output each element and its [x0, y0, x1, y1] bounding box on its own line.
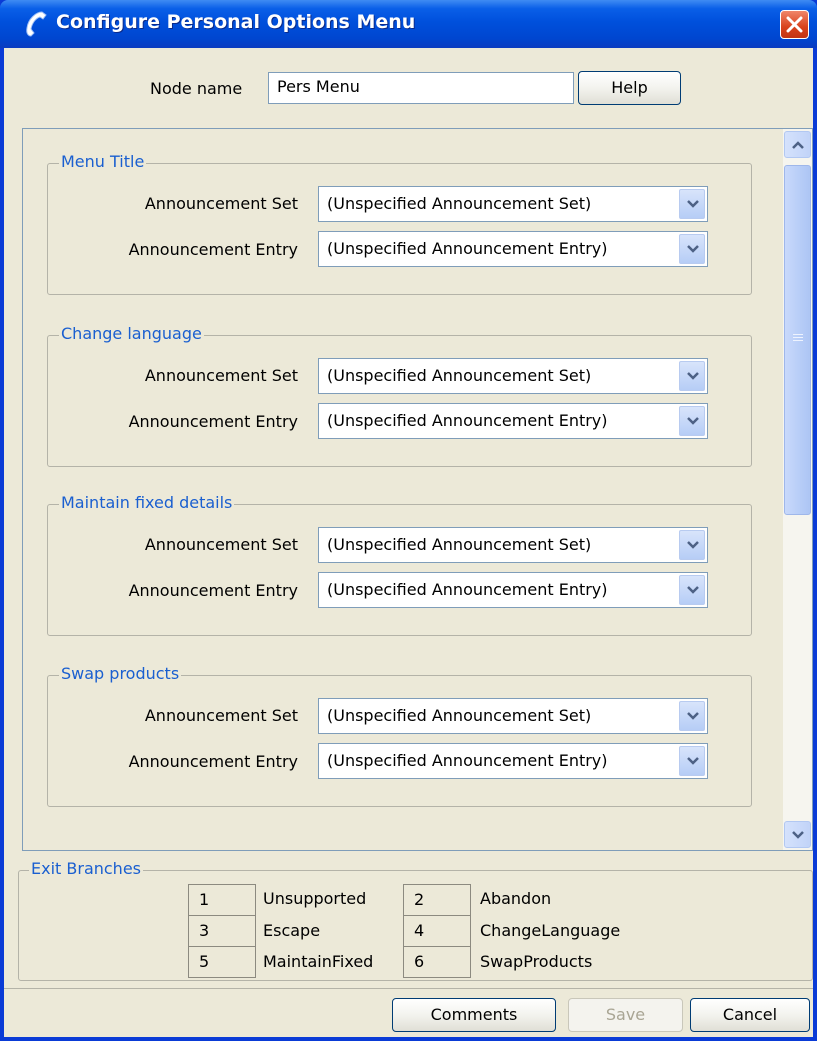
- exit-branch-name: Unsupported: [263, 889, 367, 908]
- node-name-label: Node name: [150, 79, 243, 98]
- exit-branches-group: Exit Branches 1 Unsupported 2 Abandon 3 …: [18, 859, 813, 981]
- announcement-entry-dropdown[interactable]: (Unspecified Announcement Entry): [318, 231, 708, 267]
- announcement-set-dropdown[interactable]: (Unspecified Announcement Set): [318, 698, 708, 734]
- cancel-button[interactable]: Cancel: [690, 998, 810, 1032]
- save-button[interactable]: Save: [568, 998, 683, 1032]
- exit-branch-name: MaintainFixed: [263, 952, 374, 971]
- exit-branch-number: 1: [188, 884, 256, 916]
- footer-button-bar: Comments Save Cancel: [4, 988, 813, 1037]
- announcement-scroll-pane[interactable]: Menu Title Announcement Set (Unspecified…: [22, 128, 813, 851]
- announcement-set-label: Announcement Set: [144, 366, 298, 385]
- dropdown-value: (Unspecified Announcement Set): [327, 366, 592, 385]
- announcement-set-dropdown[interactable]: (Unspecified Announcement Set): [318, 358, 708, 394]
- node-name-input[interactable]: Pers Menu: [268, 72, 574, 104]
- exit-branch-name: Escape: [263, 921, 321, 940]
- comments-button[interactable]: Comments: [392, 998, 556, 1032]
- scrollbar-thumb[interactable]: [784, 165, 811, 515]
- announcement-entry-label: Announcement Entry: [128, 752, 298, 771]
- exit-branch-number: 5: [188, 946, 256, 978]
- scroll-up-button[interactable]: [784, 131, 811, 158]
- title-bar[interactable]: Configure Personal Options Menu: [0, 0, 817, 48]
- grip-line: [793, 340, 803, 341]
- announcement-set-label: Announcement Set: [144, 706, 298, 725]
- exit-branch-number: 3: [188, 915, 256, 947]
- chevron-down-icon[interactable]: [679, 530, 705, 560]
- announcement-set-label: Announcement Set: [144, 535, 298, 554]
- exit-branch-name: SwapProducts: [480, 952, 593, 971]
- dropdown-value: (Unspecified Announcement Set): [327, 194, 592, 213]
- group-change-language: Change language Announcement Set (Unspec…: [47, 324, 752, 467]
- group-title: Swap products: [59, 664, 182, 683]
- announcement-entry-dropdown[interactable]: (Unspecified Announcement Entry): [318, 403, 708, 439]
- node-name-row: Node name Pers Menu Help: [4, 48, 813, 128]
- dropdown-value: (Unspecified Announcement Entry): [327, 751, 608, 770]
- dropdown-value: (Unspecified Announcement Entry): [327, 239, 608, 258]
- exit-branch-name: Abandon: [480, 889, 552, 908]
- group-title: Change language: [59, 324, 204, 343]
- exit-branch-number: 2: [403, 884, 471, 916]
- group-swap-products: Swap products Announcement Set (Unspecif…: [47, 664, 752, 807]
- group-title: Maintain fixed details: [59, 493, 235, 512]
- announcement-set-dropdown[interactable]: (Unspecified Announcement Set): [318, 186, 708, 222]
- chevron-down-icon[interactable]: [679, 575, 705, 605]
- announcement-entry-dropdown[interactable]: (Unspecified Announcement Entry): [318, 572, 708, 608]
- scroll-down-icon: [792, 831, 804, 839]
- dropdown-value: (Unspecified Announcement Entry): [327, 580, 608, 599]
- window-title: Configure Personal Options Menu: [56, 11, 416, 33]
- chevron-down-icon[interactable]: [679, 234, 705, 264]
- dialog-body: Node name Pers Menu Help Menu Title Anno…: [4, 48, 813, 1037]
- group-maintain-fixed-details: Maintain fixed details Announcement Set …: [47, 493, 752, 636]
- chevron-down-icon[interactable]: [679, 189, 705, 219]
- group-menu-title: Menu Title Announcement Set (Unspecified…: [47, 152, 752, 295]
- announcement-entry-label: Announcement Entry: [128, 412, 298, 431]
- chevron-down-icon[interactable]: [679, 701, 705, 731]
- announcement-entry-label: Announcement Entry: [128, 581, 298, 600]
- announcement-entry-label: Announcement Entry: [128, 240, 298, 259]
- scroll-up-icon: [792, 141, 804, 149]
- exit-branch-number: 6: [403, 946, 471, 978]
- scroll-down-button[interactable]: [784, 821, 811, 848]
- exit-branch-number: 4: [403, 915, 471, 947]
- vertical-scrollbar[interactable]: [783, 129, 812, 850]
- grip-line: [793, 337, 803, 338]
- dialog-window: Configure Personal Options Menu Node nam…: [0, 0, 817, 1041]
- dropdown-value: (Unspecified Announcement Set): [327, 535, 592, 554]
- exit-branches-title: Exit Branches: [29, 859, 143, 878]
- close-icon: [786, 16, 803, 33]
- close-button[interactable]: [780, 10, 809, 39]
- announcement-set-dropdown[interactable]: (Unspecified Announcement Set): [318, 527, 708, 563]
- group-title: Menu Title: [59, 152, 147, 171]
- announcement-entry-dropdown[interactable]: (Unspecified Announcement Entry): [318, 743, 708, 779]
- dropdown-value: (Unspecified Announcement Set): [327, 706, 592, 725]
- exit-branch-name: ChangeLanguage: [480, 921, 621, 940]
- help-button[interactable]: Help: [578, 71, 681, 105]
- announcement-set-label: Announcement Set: [144, 194, 298, 213]
- phone-handset-icon: [22, 9, 48, 39]
- grip-line: [793, 334, 803, 335]
- chevron-down-icon[interactable]: [679, 361, 705, 391]
- dropdown-value: (Unspecified Announcement Entry): [327, 411, 608, 430]
- chevron-down-icon[interactable]: [679, 746, 705, 776]
- chevron-down-icon[interactable]: [679, 406, 705, 436]
